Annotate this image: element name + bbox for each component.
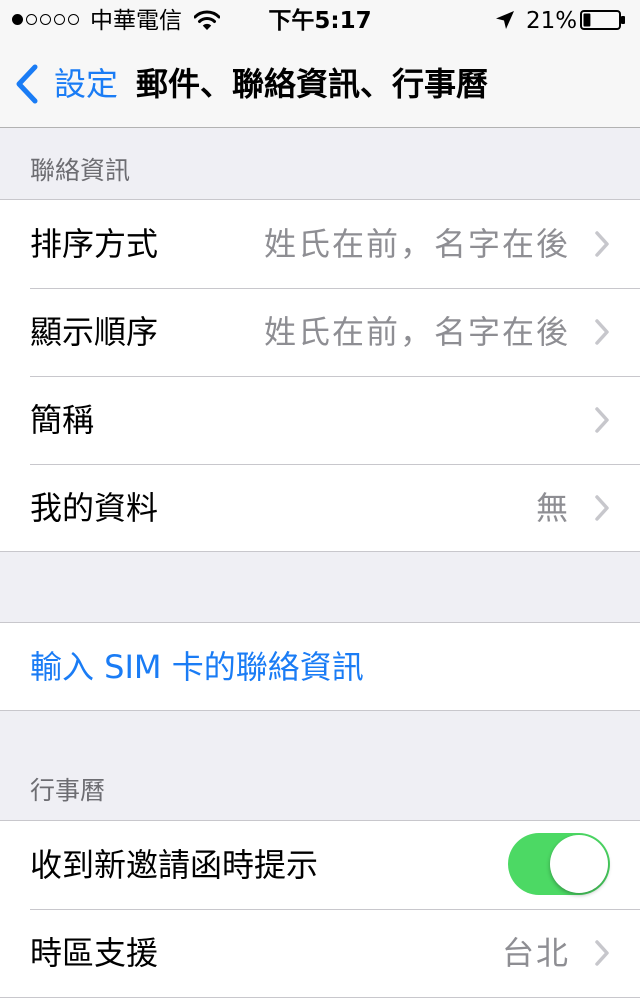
chevron-right-icon (595, 940, 609, 966)
battery-icon (580, 10, 625, 30)
toggle-knob (550, 835, 608, 893)
location-arrow-icon (496, 11, 514, 29)
display-order-value: 姓氏在前，名字在後 (263, 313, 570, 351)
back-button-label: 設定 (54, 65, 119, 103)
new-invitation-alerts-row: 收到新邀請函時提示 (0, 821, 640, 909)
status-bar: 中華電信 下午5:17 21% (0, 0, 640, 40)
battery-percentage: 21% (526, 8, 578, 34)
display-order-label: 顯示順序 (30, 313, 159, 351)
navigation-bar: 設定 郵件、聯絡資訊、行事曆 (0, 40, 640, 128)
page-title: 郵件、聯絡資訊、行事曆 (136, 65, 489, 103)
sort-order-row[interactable]: 排序方式 姓氏在前，名字在後 (0, 200, 640, 288)
sim-import-group: 輸入 SIM 卡的聯絡資訊 (0, 622, 640, 711)
sort-order-label: 排序方式 (30, 225, 159, 263)
contacts-settings-group: 排序方式 姓氏在前，名字在後 顯示順序 姓氏在前，名字在後 簡稱 我的資料 無 (0, 199, 640, 552)
calendar-settings-group: 收到新邀請函時提示 時區支援 台北 (0, 820, 640, 998)
short-name-row[interactable]: 簡稱 (0, 376, 640, 464)
chevron-right-icon (595, 495, 609, 521)
import-sim-contacts-button[interactable]: 輸入 SIM 卡的聯絡資訊 (0, 623, 640, 711)
my-info-row[interactable]: 我的資料 無 (0, 464, 640, 552)
time-zone-support-label: 時區支援 (30, 934, 159, 972)
section-header-contacts: 聯絡資訊 (30, 156, 131, 185)
new-invitation-alerts-toggle[interactable] (508, 833, 610, 895)
time-zone-support-value: 台北 (501, 934, 570, 972)
short-name-label: 簡稱 (30, 401, 95, 439)
sort-order-value: 姓氏在前，名字在後 (263, 225, 570, 263)
my-info-label: 我的資料 (30, 489, 159, 527)
my-info-value: 無 (535, 489, 570, 527)
time-zone-support-row[interactable]: 時區支援 台北 (0, 909, 640, 997)
chevron-right-icon (595, 319, 609, 345)
chevron-left-icon (16, 64, 38, 104)
back-button[interactable]: 設定 (14, 64, 118, 104)
chevron-right-icon (595, 407, 609, 433)
display-order-row[interactable]: 顯示順序 姓氏在前，名字在後 (0, 288, 640, 376)
section-header-calendar: 行事曆 (30, 776, 106, 805)
chevron-right-icon (595, 231, 609, 257)
import-sim-contacts-label: 輸入 SIM 卡的聯絡資訊 (30, 648, 364, 686)
new-invitation-alerts-label: 收到新邀請函時提示 (30, 846, 319, 884)
